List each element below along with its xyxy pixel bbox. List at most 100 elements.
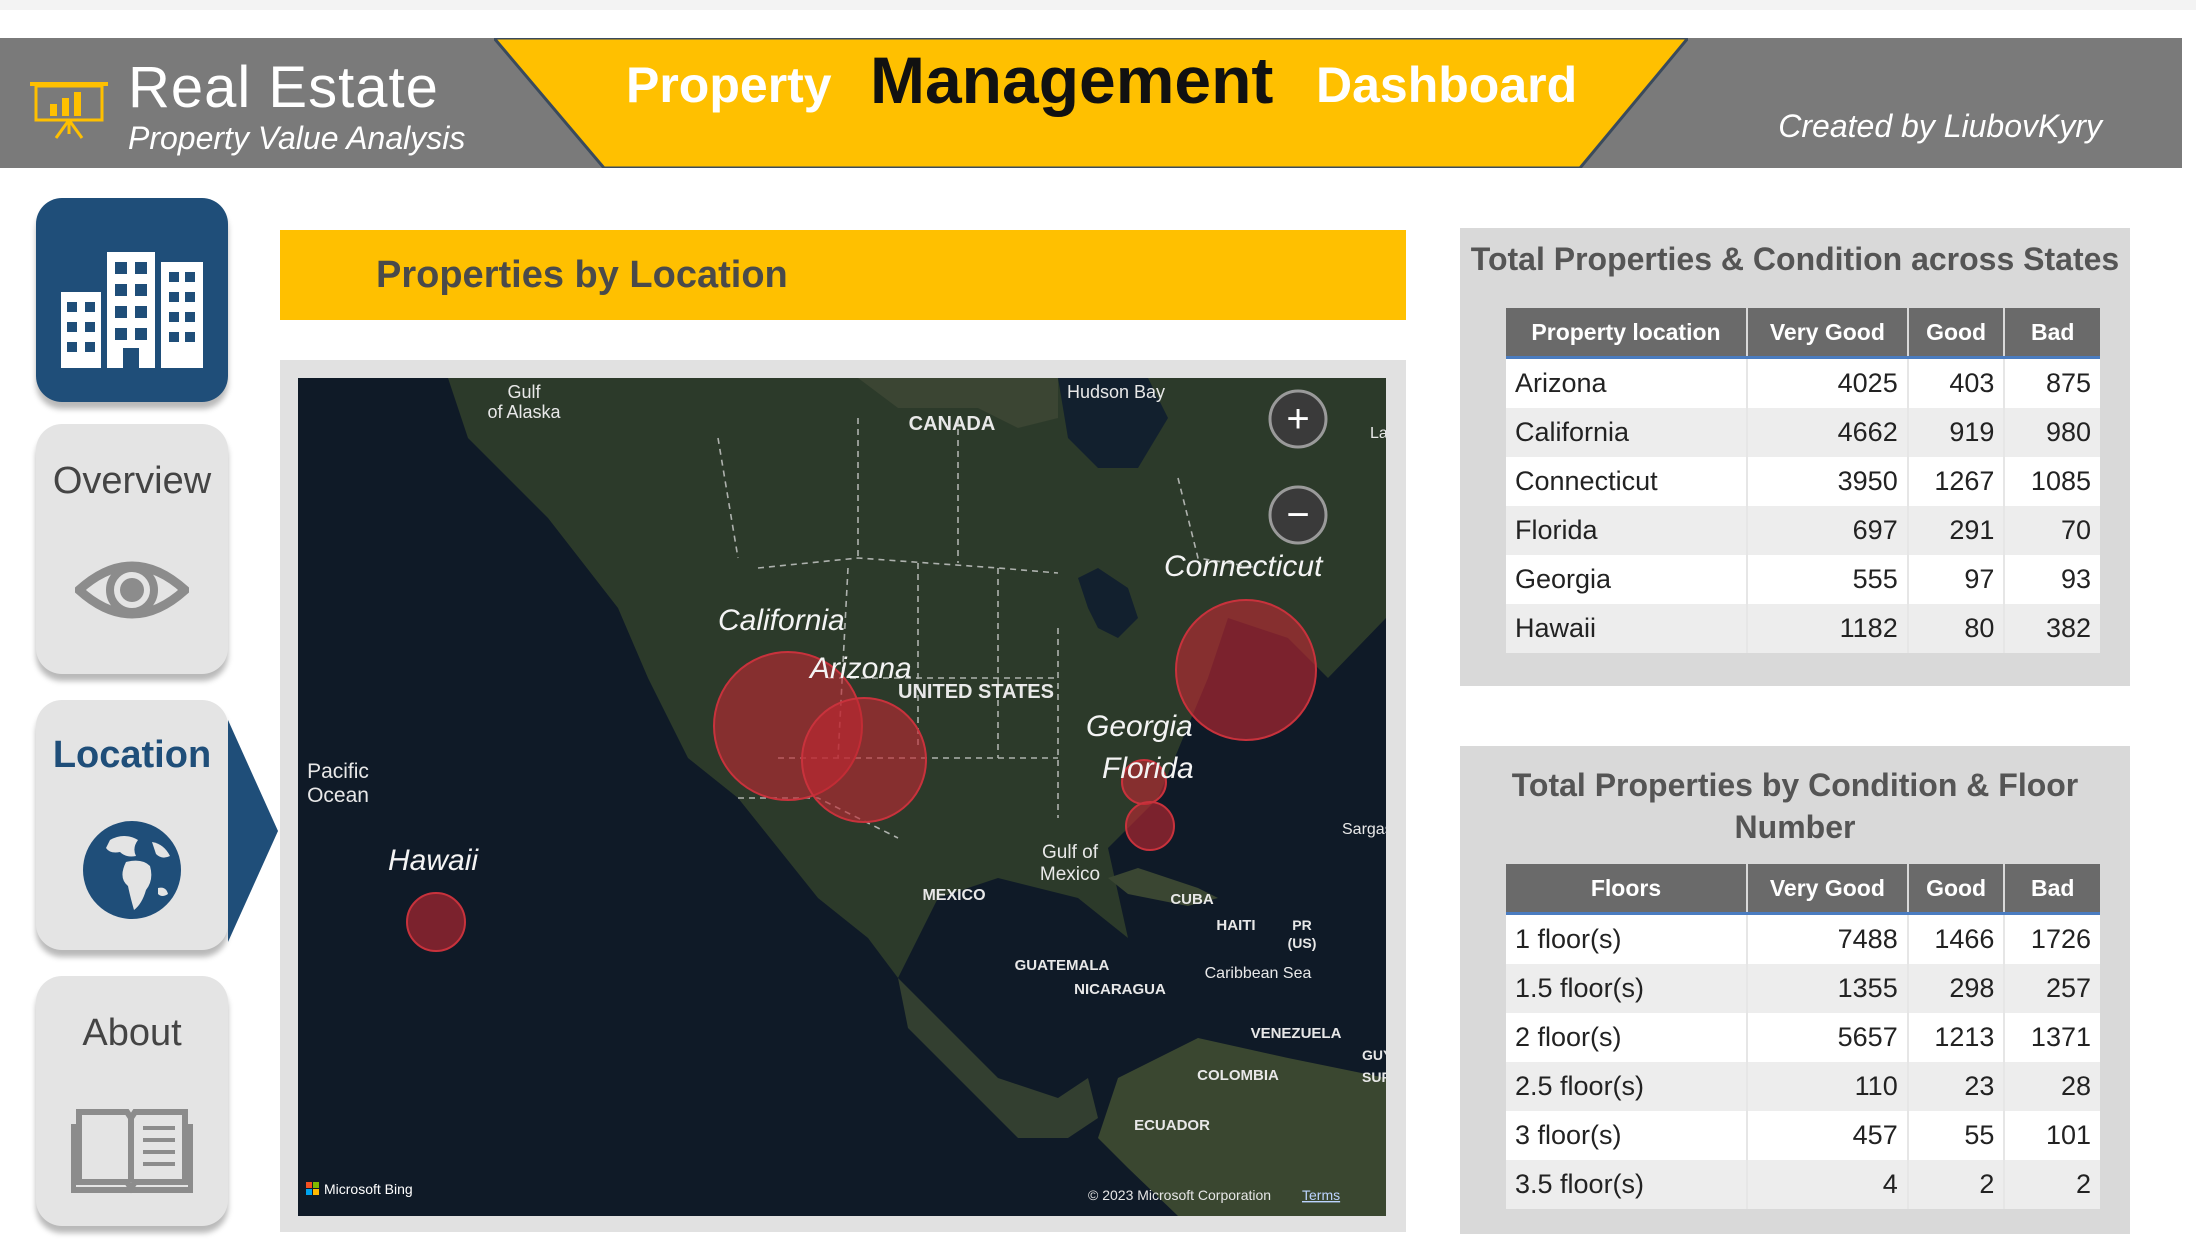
table-cell: 4025 [1747, 357, 1909, 408]
nav-overview-label: Overview [52, 460, 212, 502]
table-cell: 697 [1747, 506, 1909, 555]
floors-table-title-line2: Number [1734, 809, 1856, 845]
nav-location-button[interactable]: Location [36, 700, 228, 950]
table-row[interactable]: California 4662 919 980 [1506, 408, 2100, 457]
column-header[interactable]: Bad [2004, 864, 2100, 915]
properties-by-location-title: Properties by Location [376, 254, 788, 296]
table-cell: 257 [2004, 964, 2100, 1013]
zoom-out-button[interactable]: − [1268, 485, 1328, 545]
table-row[interactable]: Florida 697 291 70 [1506, 506, 2100, 555]
table-cell: 1085 [2004, 457, 2100, 506]
table-cell: 403 [1907, 357, 2006, 408]
column-header[interactable]: Bad [2004, 308, 2100, 359]
table-cell: 28 [2004, 1062, 2100, 1111]
table-row[interactable]: 3 floor(s) 457 55 101 [1506, 1111, 2100, 1160]
nav-overview-button[interactable]: Overview [36, 424, 228, 674]
geo-label-gulf-alaska-1: Gulf [507, 382, 541, 402]
geo-label-mexico: MEXICO [922, 887, 985, 904]
table-cell: 4662 [1747, 408, 1909, 457]
nav-about-label: About [82, 1012, 182, 1054]
table-cell: 291 [1907, 506, 2006, 555]
column-header[interactable]: Very Good [1747, 864, 1909, 915]
table-cell: 2 [2004, 1160, 2100, 1209]
column-header[interactable]: Good [1907, 864, 2006, 915]
geo-label-pr-2: (US) [1288, 935, 1317, 951]
table-cell: 875 [2004, 357, 2100, 408]
geo-label-guatemala: GUATEMALA [1015, 957, 1110, 974]
geo-label-pacific-1: Pacific [307, 760, 369, 783]
geo-label-canada: CANADA [909, 413, 996, 435]
column-header[interactable]: Good [1907, 308, 2006, 359]
column-header[interactable]: Property location [1506, 308, 1748, 359]
geo-label-hudson-bay: Hudson Bay [1067, 382, 1165, 402]
column-header[interactable]: Very Good [1747, 308, 1909, 359]
geo-label-haiti: HAITI [1216, 917, 1255, 934]
brand-subtitle: Property Value Analysis [128, 120, 466, 156]
created-by-credit: Created by LiubovKyry [1778, 108, 2102, 144]
floors-table-title-line1: Total Properties by Condition & Floor [1511, 767, 2079, 803]
map-label-florida: Florida [1102, 752, 1194, 785]
table-cell: 555 [1747, 555, 1909, 604]
table-cell: 23 [1907, 1062, 2006, 1111]
table-cell: 5657 [1747, 1013, 1909, 1062]
table-row[interactable]: 1 floor(s) 7488 1466 1726 [1506, 913, 2100, 964]
table-row[interactable]: 2 floor(s) 5657 1213 1371 [1506, 1013, 2100, 1062]
map-attribution: Microsoft Bing [324, 1181, 413, 1197]
table-cell: Hawaii [1506, 604, 1748, 653]
table-row[interactable]: Connecticut 3950 1267 1085 [1506, 457, 2100, 506]
geo-label-gulf-mexico-1: Gulf of [1042, 842, 1099, 863]
table-cell: 1371 [2004, 1013, 2100, 1062]
map-label-arizona: Arizona [808, 652, 912, 685]
geo-label-cuba: CUBA [1170, 891, 1213, 908]
brand-title: Real Estate [128, 55, 439, 120]
table-cell: 298 [1907, 964, 2006, 1013]
presentation-chart-icon [30, 82, 108, 139]
top-strip [0, 0, 2196, 10]
states-condition-table: Property location Very Good Good Bad Ari… [1506, 308, 2100, 653]
nav-about-button[interactable]: About [36, 976, 228, 1226]
bing-logo-icon [306, 1182, 319, 1195]
active-nav-indicator [228, 720, 278, 942]
geo-label-sargasso: Sargasso S [1342, 821, 1386, 838]
properties-map[interactable]: Gulf of Alaska Hudson Bay La CANADA UNIT… [298, 378, 1386, 1216]
column-header[interactable]: Floors [1506, 864, 1748, 915]
table-cell: 70 [2004, 506, 2100, 555]
table-row[interactable]: Georgia 555 97 93 [1506, 555, 2100, 604]
geo-label-la: La [1370, 425, 1386, 442]
table-cell: 1.5 floor(s) [1506, 964, 1748, 1013]
nav-home-button[interactable] [36, 198, 228, 402]
map-bubble-connecticut [1175, 599, 1317, 741]
table-cell: 3.5 floor(s) [1506, 1160, 1748, 1209]
geo-label-caribbean: Caribbean Sea [1205, 965, 1312, 982]
table-row[interactable]: Arizona 4025 403 875 [1506, 357, 2100, 408]
map-label-georgia: Georgia [1086, 710, 1193, 743]
table-row[interactable]: Hawaii 1182 80 382 [1506, 604, 2100, 653]
map-terms-link[interactable]: Terms [1302, 1187, 1340, 1203]
table-row[interactable]: 2.5 floor(s) 110 23 28 [1506, 1062, 2100, 1111]
table-cell: 101 [2004, 1111, 2100, 1160]
geo-label-nicaragua: NICARAGUA [1074, 981, 1166, 998]
table-row[interactable]: 3.5 floor(s) 4 2 2 [1506, 1160, 2100, 1209]
map-bubble-hawaii [406, 892, 466, 952]
geo-label-ecuador: ECUADOR [1134, 1117, 1210, 1134]
header-title-dashboard: Dashboard [1316, 57, 1578, 113]
table-cell: 2 [1907, 1160, 2006, 1209]
zoom-in-button[interactable]: + [1268, 389, 1328, 449]
properties-by-location-banner: Properties by Location [280, 230, 1406, 320]
geo-label-gulf-mexico-2: Mexico [1040, 864, 1100, 885]
table-cell: 2 floor(s) [1506, 1013, 1748, 1062]
table-cell: 1213 [1907, 1013, 2006, 1062]
map-copyright: © 2023 Microsoft Corporation [1088, 1187, 1271, 1203]
table-cell: 80 [1907, 604, 2006, 653]
zoom-in-icon: + [1286, 397, 1309, 441]
table-row[interactable]: 1.5 floor(s) 1355 298 257 [1506, 964, 2100, 1013]
map-bubble-arizona [801, 697, 927, 823]
table-cell: 457 [1747, 1111, 1909, 1160]
table-cell: 110 [1747, 1062, 1909, 1111]
table-cell: Georgia [1506, 555, 1748, 604]
geo-label-united-states: UNITED STATES [898, 681, 1054, 703]
table-cell: 919 [1907, 408, 2006, 457]
table-cell: 382 [2004, 604, 2100, 653]
globe-icon [83, 821, 181, 919]
table-cell: 1466 [1907, 913, 2006, 964]
